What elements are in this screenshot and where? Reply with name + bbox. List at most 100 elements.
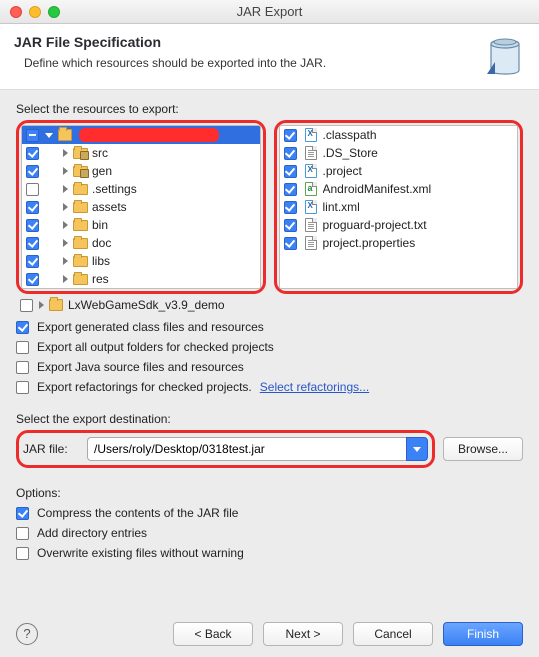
back-button[interactable]: < Back	[173, 622, 253, 646]
project-icon	[48, 298, 64, 312]
list-item-label: .DS_Store	[323, 146, 378, 160]
list-item[interactable]: proguard-project.txt	[280, 216, 518, 234]
export-source-checkbox[interactable]: Export Java source files and resources	[16, 360, 523, 374]
checkbox[interactable]	[284, 219, 297, 232]
checkbox[interactable]	[26, 273, 39, 286]
tree-item-extra[interactable]: LxWebGameSdk_v3.9_demo	[16, 296, 266, 314]
compress-checkbox[interactable]: Compress the contents of the JAR file	[16, 506, 523, 520]
next-button[interactable]: Next >	[263, 622, 343, 646]
expand-icon[interactable]	[39, 301, 44, 309]
checkbox[interactable]	[26, 147, 39, 160]
checkbox[interactable]	[16, 381, 29, 394]
list-item-label: proguard-project.txt	[323, 218, 427, 232]
expand-icon[interactable]	[63, 257, 68, 265]
checkbox[interactable]	[284, 183, 297, 196]
file-icon	[303, 164, 319, 178]
checkbox[interactable]	[26, 183, 39, 196]
checkbox[interactable]	[16, 507, 29, 520]
expand-icon[interactable]	[63, 275, 68, 283]
highlight-left: src gen .settings assets bin doc libs re…	[16, 120, 266, 294]
checkbox[interactable]	[26, 237, 39, 250]
checkbox[interactable]	[16, 361, 29, 374]
select-refactorings-link[interactable]: Select refactorings...	[260, 380, 369, 394]
file-icon	[303, 236, 319, 250]
tree-item[interactable]: doc	[22, 234, 260, 252]
resource-tree[interactable]: src gen .settings assets bin doc libs re…	[21, 125, 261, 289]
tree-item-label: doc	[92, 236, 111, 250]
finish-button[interactable]: Finish	[443, 622, 523, 646]
tree-item[interactable]: .settings	[22, 180, 260, 198]
jar-file-input[interactable]	[87, 437, 406, 461]
expand-icon[interactable]	[63, 185, 68, 193]
highlight-jar-path: JAR file:	[16, 430, 435, 468]
checkbox[interactable]	[284, 165, 297, 178]
export-output-folders-checkbox[interactable]: Export all output folders for checked pr…	[16, 340, 523, 354]
file-list[interactable]: .classpath .DS_Store .project AndroidMan…	[279, 125, 519, 289]
expand-icon[interactable]	[45, 133, 53, 138]
directory-entries-checkbox[interactable]: Add directory entries	[16, 526, 523, 540]
list-item-label: project.properties	[323, 236, 416, 250]
tree-item[interactable]: libs	[22, 252, 260, 270]
checkbox[interactable]	[284, 129, 297, 142]
checkbox[interactable]	[16, 527, 29, 540]
file-icon	[303, 146, 319, 160]
tree-item-label: gen	[92, 164, 112, 178]
project-icon	[57, 128, 73, 142]
list-item[interactable]: lint.xml	[280, 198, 518, 216]
wizard-footer: ? < Back Next > Cancel Finish	[0, 609, 539, 657]
tree-item[interactable]: res	[22, 270, 260, 288]
list-item[interactable]: project.properties	[280, 234, 518, 252]
export-refactorings-checkbox[interactable]: Export refactorings for checked projects…	[16, 380, 523, 394]
checkbox[interactable]	[284, 147, 297, 160]
checkbox[interactable]	[16, 547, 29, 560]
folder-icon	[72, 218, 88, 232]
cancel-button[interactable]: Cancel	[353, 622, 433, 646]
list-item[interactable]: .project	[280, 162, 518, 180]
checkbox[interactable]	[284, 201, 297, 214]
tree-item-label: assets	[92, 200, 127, 214]
tree-item[interactable]: bin	[22, 216, 260, 234]
checkbox[interactable]	[26, 219, 39, 232]
list-item[interactable]: AndroidManifest.xml	[280, 180, 518, 198]
export-classfiles-checkbox[interactable]: Export generated class files and resourc…	[16, 320, 523, 334]
checkbox[interactable]	[26, 255, 39, 268]
checkbox[interactable]	[26, 201, 39, 214]
dropdown-icon[interactable]	[406, 437, 428, 461]
tree-item[interactable]: src	[22, 144, 260, 162]
list-item[interactable]: .classpath	[280, 126, 518, 144]
list-item[interactable]: .DS_Store	[280, 144, 518, 162]
overwrite-checkbox[interactable]: Overwrite existing files without warning	[16, 546, 523, 560]
page-subtitle: Define which resources should be exporte…	[24, 56, 326, 70]
tree-item-label: libs	[92, 254, 110, 268]
checkbox[interactable]	[16, 341, 29, 354]
jar-icon	[485, 34, 525, 79]
tree-item[interactable]: assets	[22, 198, 260, 216]
tree-item[interactable]: gen	[22, 162, 260, 180]
help-button[interactable]: ?	[16, 623, 38, 645]
checkbox-label: Export refactorings for checked projects…	[37, 380, 252, 394]
tree-root-item[interactable]	[22, 126, 260, 144]
checkbox-label: Compress the contents of the JAR file	[37, 506, 238, 520]
checkbox-label: Overwrite existing files without warning	[37, 546, 244, 560]
tree-item-label: res	[92, 272, 109, 286]
list-item-label: .project	[323, 164, 362, 178]
checkbox[interactable]	[16, 321, 29, 334]
checkbox-label: Export all output folders for checked pr…	[37, 340, 274, 354]
jar-file-combo[interactable]	[87, 437, 428, 461]
window-title: JAR Export	[0, 4, 539, 19]
destination-label: Select the export destination:	[16, 412, 523, 426]
checkbox[interactable]	[284, 237, 297, 250]
expand-icon[interactable]	[63, 221, 68, 229]
checkbox[interactable]	[26, 165, 39, 178]
checkbox[interactable]	[26, 129, 39, 142]
expand-icon[interactable]	[63, 167, 68, 175]
page-title: JAR File Specification	[14, 34, 326, 50]
expand-icon[interactable]	[63, 239, 68, 247]
titlebar: JAR Export	[0, 0, 539, 24]
checkbox[interactable]	[20, 299, 33, 312]
folder-icon	[72, 272, 88, 286]
file-icon	[303, 200, 319, 214]
expand-icon[interactable]	[63, 203, 68, 211]
browse-button[interactable]: Browse...	[443, 437, 523, 461]
expand-icon[interactable]	[63, 149, 68, 157]
